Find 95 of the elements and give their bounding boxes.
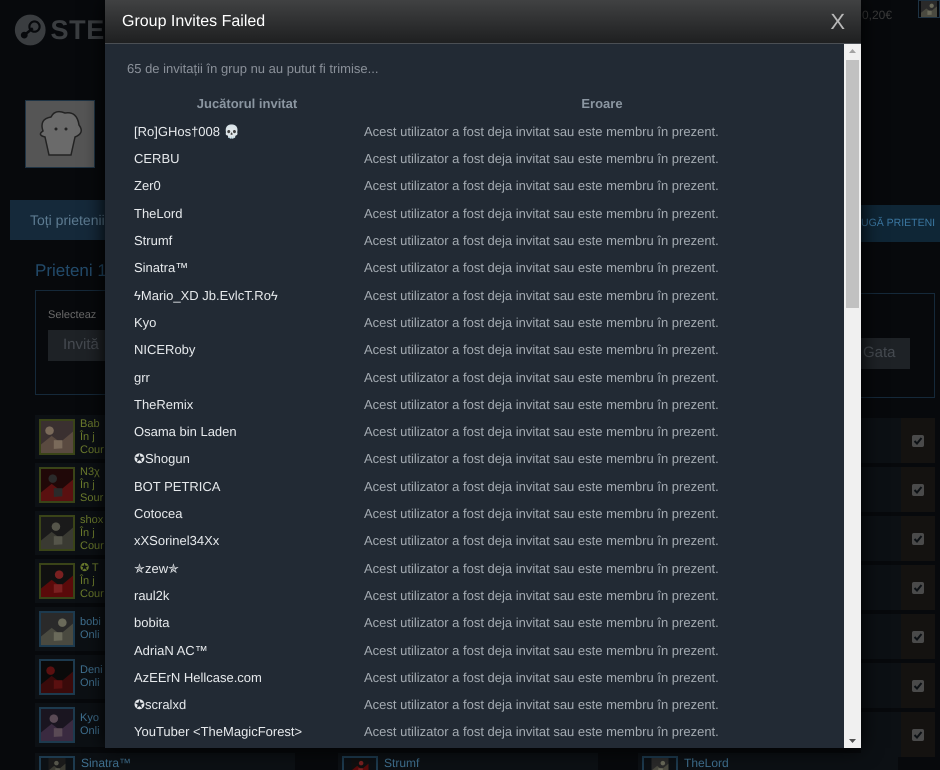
friend-name: Sinatra™ xyxy=(81,756,132,770)
checkbox[interactable] xyxy=(912,680,924,692)
checkbox[interactable] xyxy=(912,630,924,642)
player-name: [Ro]GHos†008 💀 xyxy=(133,122,240,141)
add-friends-button[interactable]: UGĂ PRIETENI xyxy=(861,205,940,242)
player-name: ✯zew✯ xyxy=(133,560,180,578)
friend-row[interactable]: N3χ În j Sour xyxy=(35,463,105,507)
checkbox[interactable] xyxy=(912,434,924,446)
dialog-title: Group Invites Failed xyxy=(122,12,266,32)
checkbox[interactable] xyxy=(912,582,924,594)
player-name: xXSorinel34Xx xyxy=(133,532,220,550)
column-header: Jucătorul invitat xyxy=(196,95,298,114)
error-message: Acest utilizator a fost deja invitat sau este membru în prezent. xyxy=(364,122,719,141)
error-message: Acest utilizator a fost deja invitat sau este membru în prezent. xyxy=(364,478,719,496)
error-message: Acest utilizator a fost deja invitat sau este membru în prezent. xyxy=(364,286,719,305)
player-name: AzEErN Hellcase.com xyxy=(133,668,262,687)
player-name: CERBU xyxy=(133,150,180,168)
error-message: Acest utilizator a fost deja invitat sau este membru în prezent. xyxy=(364,396,719,414)
select-label: Selecteaz xyxy=(48,308,96,323)
error-message: Acest utilizator a fost deja invitat sau este membru în prezent. xyxy=(364,232,719,250)
error-message: Acest utilizator a fost deja invitat sau este membru în prezent. xyxy=(364,177,719,196)
error-message: Acest utilizator a fost deja invitat sau este membru în prezent. xyxy=(364,586,719,605)
friend-row[interactable]: Strumf xyxy=(338,753,598,770)
friend-name: Bab xyxy=(80,418,100,430)
friend-row[interactable]: shox În j Cour xyxy=(35,511,105,555)
error-message: Acest utilizator a fost deja invitat sau este membru în prezent. xyxy=(364,450,719,468)
friend-name: shox xyxy=(80,514,104,526)
summary-text: 65 de invitații în grup nu au putut fi trimise... xyxy=(127,60,380,78)
friend-row[interactable]: Kyo Onli xyxy=(35,703,105,747)
player-name: NICERoby xyxy=(133,341,196,360)
friend-row[interactable]: Bab În j Cour xyxy=(35,415,105,459)
error-message: Acest utilizator a fost deja invitat sau este membru în prezent. xyxy=(364,696,719,714)
error-message: Acest utilizator a fost deja invitat sau este membru în prezent. xyxy=(364,560,719,578)
friend-status: În j xyxy=(80,526,95,540)
friend-name: bobi xyxy=(80,616,101,629)
error-message: Acest utilizator a fost deja invitat sau este membru în prezent. xyxy=(364,614,719,632)
error-message: Acest utilizator a fost deja invitat sau este membru în prezent. xyxy=(364,341,719,360)
close-button[interactable]: X xyxy=(830,10,845,32)
friend-row[interactable]: TheLord xyxy=(638,753,898,770)
player-name: Osama bin Laden xyxy=(133,423,237,442)
player-name: TheRemix xyxy=(133,396,194,414)
friend-status: Onli xyxy=(80,677,100,690)
error-message: Acest utilizator a fost deja invitat sau este membru în prezent. xyxy=(364,368,719,387)
friend-row[interactable]: Deni Onli xyxy=(35,655,105,699)
player-name: BOT PETRICA xyxy=(133,478,220,496)
scrollbar[interactable] xyxy=(844,44,861,748)
error-message: Acest utilizator a fost deja invitat sau este membru în prezent. xyxy=(364,668,719,687)
friends-tab[interactable]: Toți prietenii xyxy=(10,200,105,240)
checkbox[interactable] xyxy=(912,532,924,544)
player-name: raul2k xyxy=(133,586,170,605)
friend-name: N3χ xyxy=(80,466,100,478)
player-name: Zer0 xyxy=(133,177,161,196)
friend-status: În j xyxy=(80,574,95,588)
game-name: Cour xyxy=(80,588,104,600)
error-message: Acest utilizator a fost deja invitat sau este membru în prezent. xyxy=(364,423,719,442)
game-name: Cour xyxy=(80,444,104,456)
error-message: Acest utilizator a fost deja invitat sau este membru în prezent. xyxy=(364,204,719,223)
error-message: Acest utilizator a fost deja invitat sau este membru în prezent. xyxy=(364,259,719,278)
friend-name: Kyo xyxy=(80,712,99,725)
player-name: TheLord xyxy=(133,204,182,223)
player-name: Sinatra™ xyxy=(133,259,188,278)
column-header: Eroare xyxy=(581,95,623,114)
profile-avatar xyxy=(25,100,95,168)
friend-row[interactable]: ✪ T În j Cour xyxy=(35,559,105,603)
error-message: Acest utilizator a fost deja invitat sau este membru în prezent. xyxy=(364,532,719,550)
player-name: grr xyxy=(133,368,150,387)
error-message: Acest utilizator a fost deja invitat sau este membru în prezent. xyxy=(364,505,719,524)
error-message: Acest utilizator a fost deja invitat sau este membru în prezent. xyxy=(364,150,719,168)
friend-name: Strumf xyxy=(384,756,420,770)
player-name: bobita xyxy=(133,614,170,632)
player-name: ✪scralxd xyxy=(133,696,186,714)
friend-name: TheLord xyxy=(684,756,729,770)
checkbox[interactable] xyxy=(912,484,924,496)
error-message: Acest utilizator a fost deja invitat sau este membru în prezent. xyxy=(364,642,719,660)
friend-status: Onli xyxy=(80,629,100,642)
friend-status: În j xyxy=(80,478,95,492)
friend-row[interactable]: Sinatra™ xyxy=(35,753,295,770)
friends-heading: Prieteni 1 xyxy=(35,260,107,282)
player-name: AdriaN AC™ xyxy=(133,642,208,660)
friend-name: Deni xyxy=(80,664,103,677)
error-message: Acest utilizator a fost deja invitat sau este membru în prezent. xyxy=(364,314,719,332)
player-name: Strumf xyxy=(133,232,172,250)
player-name: Kyo xyxy=(133,314,156,332)
friend-name: ✪ T xyxy=(80,562,99,574)
friend-row[interactable]: bobi Onli xyxy=(35,607,105,651)
player-name: Cotocea xyxy=(133,505,182,524)
error-message: Acest utilizator a fost deja invitat sau este membru în prezent. xyxy=(364,723,719,742)
player-name: ✪Shogun xyxy=(133,450,190,468)
game-name: Sour xyxy=(80,492,104,504)
game-name: Cour xyxy=(80,540,104,552)
player-name: ϟMario_XD Jb.EvlcT.Roϟ xyxy=(133,286,278,305)
player-name: YouTuber <TheMagicForest> xyxy=(133,723,302,742)
friend-status: În j xyxy=(80,430,95,444)
checkbox[interactable] xyxy=(912,728,924,740)
friend-status: Onli xyxy=(80,725,100,738)
